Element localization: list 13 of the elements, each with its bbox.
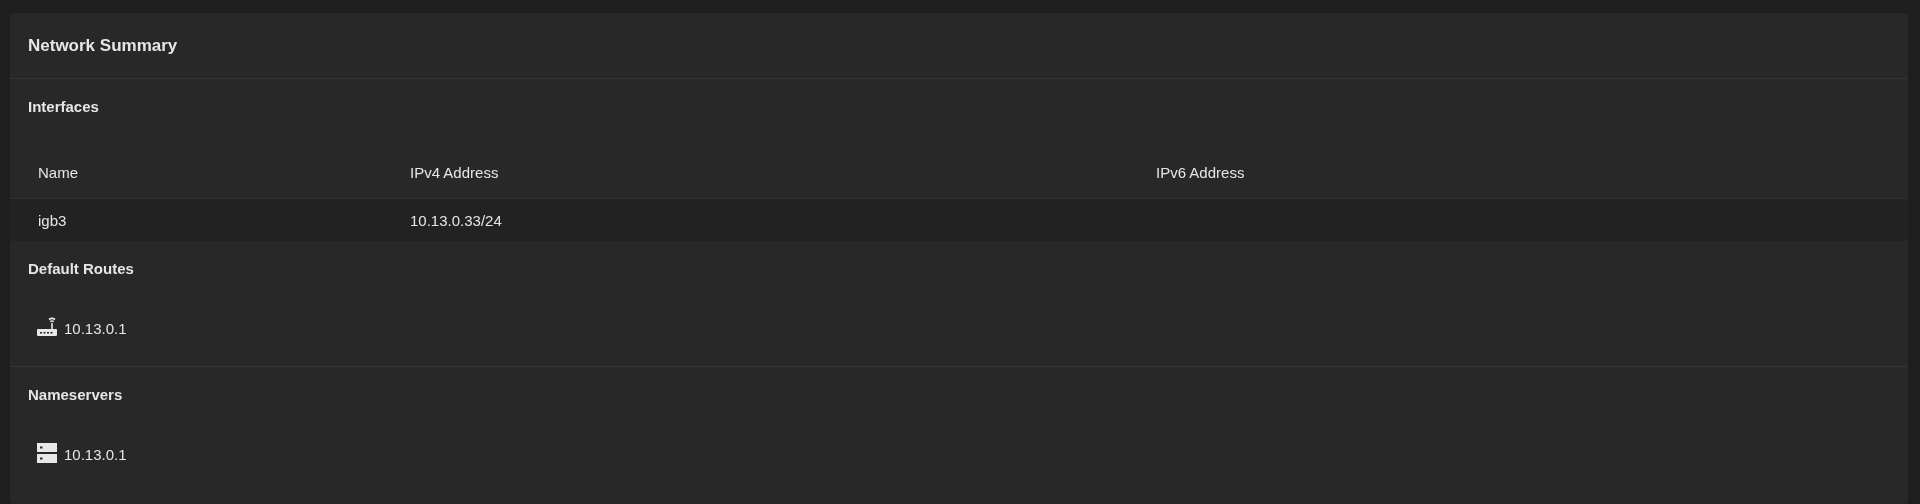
ip-address: 10.13.0.1 [64,318,127,337]
column-header: IPv4 Address [410,163,499,181]
column-header: IPv6 Address [1156,163,1245,181]
section-title: Nameservers [27,385,124,405]
ip-address: 10.13.0.1 [64,444,127,463]
column-header: Name [38,163,78,181]
table-cell: igb3 [38,211,67,229]
card-title: Network Summary [28,35,178,56]
section-title: Interfaces [27,97,100,117]
table-cell: 10.13.0.33/24 [410,211,502,229]
router-icon [36,317,58,337]
section-title: Default Routes [27,259,135,279]
server-icon [36,442,58,464]
